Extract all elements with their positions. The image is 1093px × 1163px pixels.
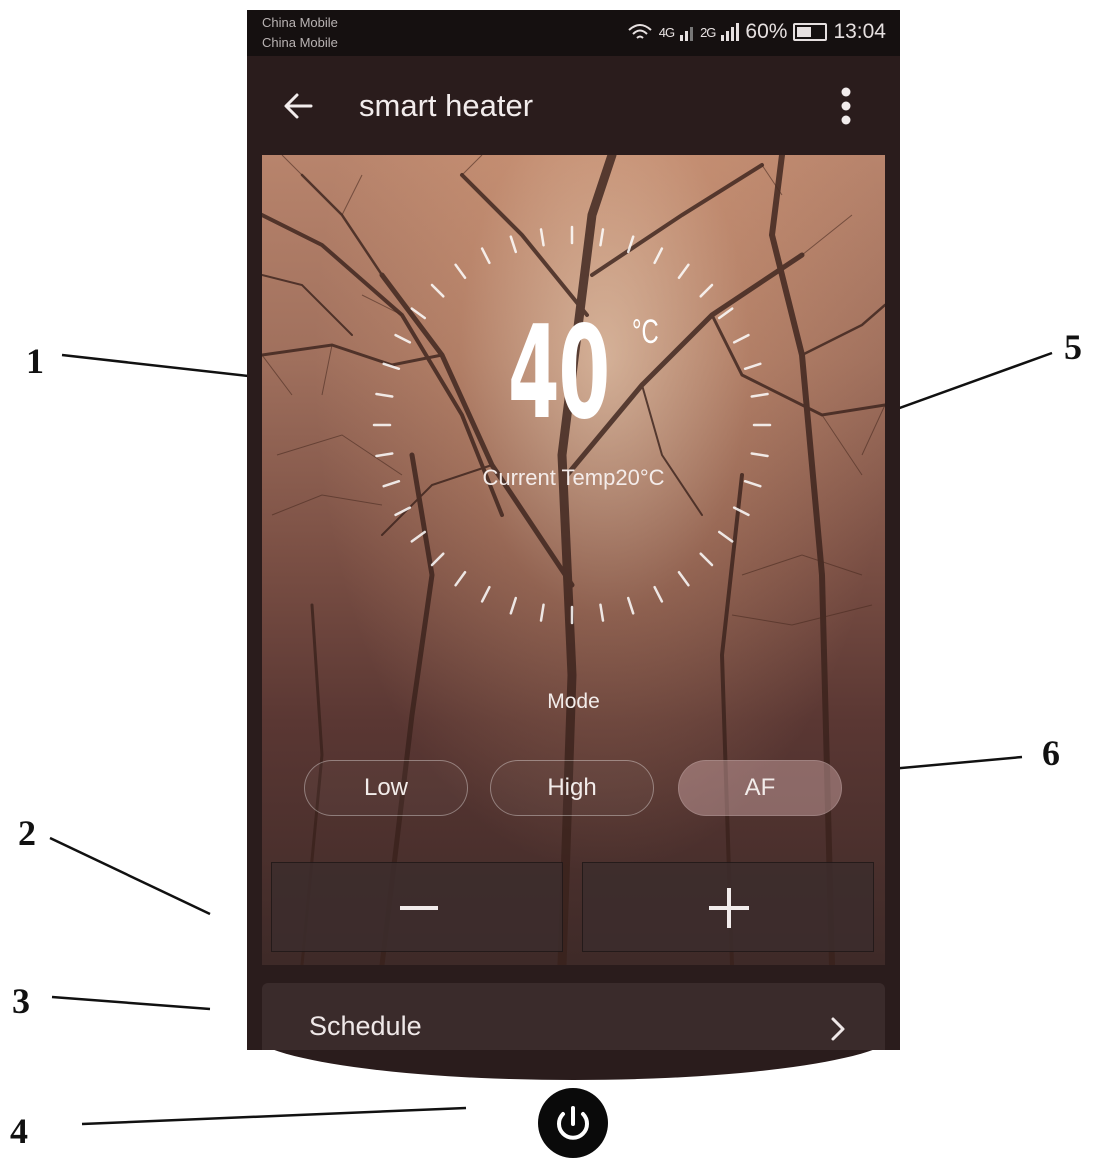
plus-icon: [709, 888, 749, 928]
dial-tick: [454, 263, 467, 280]
dial-tick: [599, 228, 605, 247]
status-bar: China Mobile China Mobile 4G 2G 60% 13:0…: [247, 10, 900, 56]
dial-tick: [653, 585, 664, 603]
dial-tick: [394, 506, 412, 517]
dial-tick: [382, 362, 401, 371]
dial-tick: [539, 603, 545, 622]
dial-tick: [410, 530, 427, 543]
minus-icon: [400, 906, 438, 910]
chevron-right-icon: [831, 1017, 845, 1041]
mode-af-button[interactable]: AF: [678, 760, 842, 816]
dial-tick: [599, 603, 605, 622]
schedule-row[interactable]: Schedule: [262, 983, 885, 1050]
dial-tick: [717, 307, 734, 320]
mode-label: Mode: [547, 690, 600, 713]
wifi-icon: [628, 24, 652, 39]
more-vertical-icon[interactable]: [839, 86, 853, 126]
app-bar: smart heater: [247, 56, 900, 156]
back-arrow-icon[interactable]: [281, 88, 317, 124]
battery-percent: 60%: [745, 20, 788, 43]
decrease-temp-button[interactable]: [271, 862, 563, 952]
dial-tick: [750, 452, 769, 458]
dial-tick: [699, 283, 714, 298]
schedule-label: Schedule: [309, 1011, 422, 1041]
dial-tick: [509, 596, 518, 615]
callout-6: 6: [1042, 733, 1060, 773]
dial-tick: [626, 596, 635, 615]
dial-tick: [539, 228, 545, 247]
carrier-2: China Mobile: [262, 35, 338, 50]
dial-tick: [375, 452, 394, 458]
dial-tick: [430, 552, 445, 567]
mode-high-button[interactable]: High: [490, 760, 654, 816]
power-button[interactable]: [538, 1088, 608, 1158]
current-temperature-label: Current Temp20°C: [482, 465, 665, 490]
dial-tick: [626, 235, 635, 254]
callout-1: 1: [26, 341, 44, 381]
dial-tick: [717, 530, 734, 543]
dial-tick: [480, 247, 491, 265]
signal-1-label: 4G: [658, 24, 675, 40]
battery-icon: [793, 23, 828, 41]
dial-tick: [480, 585, 491, 603]
callout-5: 5: [1064, 327, 1082, 367]
callout-2: 2: [18, 813, 36, 853]
power-icon: [557, 1106, 589, 1140]
dial-tick: [394, 333, 412, 344]
page-title: smart heater: [359, 88, 534, 123]
dial-tick: [653, 247, 664, 265]
callout-3: 3: [12, 981, 30, 1021]
signal-bars-icon: [680, 27, 694, 41]
dial-tick: [677, 570, 690, 587]
dial-tick: [732, 506, 750, 517]
status-time: 13:04: [833, 20, 886, 43]
phone-screen: China Mobile China Mobile 4G 2G 60% 13:0…: [247, 10, 900, 1050]
dial-tick: [509, 235, 518, 254]
callout-4: 4: [10, 1111, 28, 1151]
dial-tick: [430, 283, 445, 298]
dial-tick: [677, 263, 690, 280]
status-icons: 4G 2G 60% 13:04: [627, 20, 886, 44]
dial-tick: [743, 362, 762, 371]
thermostat-panel: 40 °C Current Temp20°C Mode Low High AF: [262, 155, 885, 965]
dial-tick: [732, 333, 750, 344]
mode-low-button[interactable]: Low: [304, 760, 468, 816]
set-temperature-value: 40: [508, 299, 610, 448]
carrier-1: China Mobile: [262, 15, 338, 30]
dial-tick: [750, 392, 769, 398]
dial-tick: [454, 570, 467, 587]
signal-bars-icon-2: [721, 23, 740, 41]
dial-tick: [410, 307, 427, 320]
temperature-unit: °C: [632, 313, 659, 351]
dial-tick: [699, 552, 714, 567]
dial-tick: [375, 392, 394, 398]
signal-2-label: 2G: [700, 24, 716, 40]
increase-temp-button[interactable]: [582, 862, 874, 952]
